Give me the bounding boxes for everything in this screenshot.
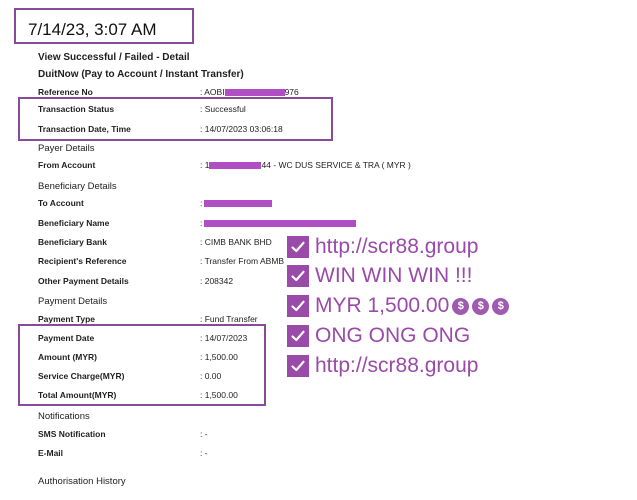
money-bag-icon: $ xyxy=(452,297,470,315)
recipient-reference-label: Recipient's Reference xyxy=(38,256,127,266)
promo-line: http://scr88.group xyxy=(287,354,478,378)
redaction-bar xyxy=(209,162,262,170)
checkmark-icon xyxy=(287,236,309,258)
transaction-datetime-value: : 14/07/2023 03:06:18 xyxy=(200,124,283,134)
money-bag-icon: $ xyxy=(492,297,510,315)
beneficiary-name-prefix: : xyxy=(200,218,203,228)
amount-value: : 1,500.00 xyxy=(200,352,238,362)
promo-text: ONG ONG ONG xyxy=(315,324,471,347)
checkmark-icon xyxy=(287,295,309,317)
transaction-status-label: Transaction Status xyxy=(38,104,115,114)
screenshot-date-time: 7/14/23, 3:07 AM xyxy=(28,20,157,39)
from-account-prefix: : 1 xyxy=(200,160,210,170)
sms-notification-label: SMS Notification xyxy=(38,429,106,439)
to-account-value: : xyxy=(200,198,273,208)
beneficiary-bank-label: Beneficiary Bank xyxy=(38,237,107,247)
payment-type-label: Payment Type xyxy=(38,314,96,324)
checkmark-icon xyxy=(287,355,309,377)
promo-link-text: http://scr88.group xyxy=(315,235,479,258)
reference-no-suffix: 976 xyxy=(284,87,299,97)
beneficiary-name-value: : xyxy=(200,218,357,228)
page-title: View Successful / Failed - Detail xyxy=(38,52,190,63)
promo-line: ONG ONG ONG xyxy=(287,324,470,348)
payment-date-value: : 14/07/2023 xyxy=(200,333,248,343)
email-label: E-Mail xyxy=(38,448,64,458)
from-account-label: From Account xyxy=(38,160,96,170)
other-payment-details-label: Other Payment Details xyxy=(38,276,129,286)
total-amount-value: : 1,500.00 xyxy=(200,390,238,400)
to-account-prefix: : xyxy=(200,198,203,208)
promo-line: http://scr88.group xyxy=(287,235,478,259)
payment-details-heading: Payment Details xyxy=(38,296,108,307)
promo-link-text: http://scr88.group xyxy=(315,354,479,377)
promo-text: WIN WIN WIN !!! xyxy=(315,264,473,287)
transaction-datetime-label: Transaction Date, Time xyxy=(38,124,131,134)
checkmark-icon xyxy=(287,325,309,347)
checkmark-icon xyxy=(287,265,309,287)
amount-label: Amount (MYR) xyxy=(38,352,98,362)
reference-no-prefix: : AOBI xyxy=(200,87,225,97)
notifications-heading: Notifications xyxy=(38,411,90,422)
page-subtitle: DuitNow (Pay to Account / Instant Transf… xyxy=(38,69,244,80)
sms-notification-value: : - xyxy=(200,429,208,439)
promo-line: WIN WIN WIN !!! xyxy=(287,264,472,288)
payment-type-value: : Fund Transfer xyxy=(200,314,258,324)
promo-amount-text: MYR 1,500.00 xyxy=(315,294,450,317)
beneficiary-details-heading: Beneficiary Details xyxy=(38,181,117,192)
money-bag-icon: $ xyxy=(472,297,490,315)
reference-no-value: : AOBI 976 xyxy=(200,87,299,97)
redaction-bar xyxy=(224,89,285,97)
reference-no-label: Reference No xyxy=(38,87,93,97)
beneficiary-name-label: Beneficiary Name xyxy=(38,218,110,228)
from-account-suffix: 44 - WC DUS SERVICE & TRA ( MYR ) xyxy=(261,160,411,170)
payer-details-heading: Payer Details xyxy=(38,143,95,154)
total-amount-label: Total Amount(MYR) xyxy=(38,390,117,400)
email-value: : - xyxy=(200,448,208,458)
transaction-status-value: : Successful xyxy=(200,104,246,114)
payment-date-label: Payment Date xyxy=(38,333,95,343)
redaction-bar xyxy=(204,220,357,228)
redaction-bar xyxy=(204,200,273,208)
other-payment-details-value: : 208342 xyxy=(200,276,234,286)
from-account-value: : 1 44 - WC DUS SERVICE & TRA ( MYR ) xyxy=(200,160,411,170)
to-account-label: To Account xyxy=(38,198,84,208)
recipient-reference-value: : Transfer From ABMB xyxy=(200,256,285,266)
promo-line: MYR 1,500.00 $ $ $ xyxy=(287,294,510,318)
authorisation-history-heading: Authorisation History xyxy=(38,476,126,487)
service-charge-value: : 0.00 xyxy=(200,371,222,381)
beneficiary-bank-value: : CIMB BANK BHD xyxy=(200,237,272,247)
service-charge-label: Service Charge(MYR) xyxy=(38,371,125,381)
